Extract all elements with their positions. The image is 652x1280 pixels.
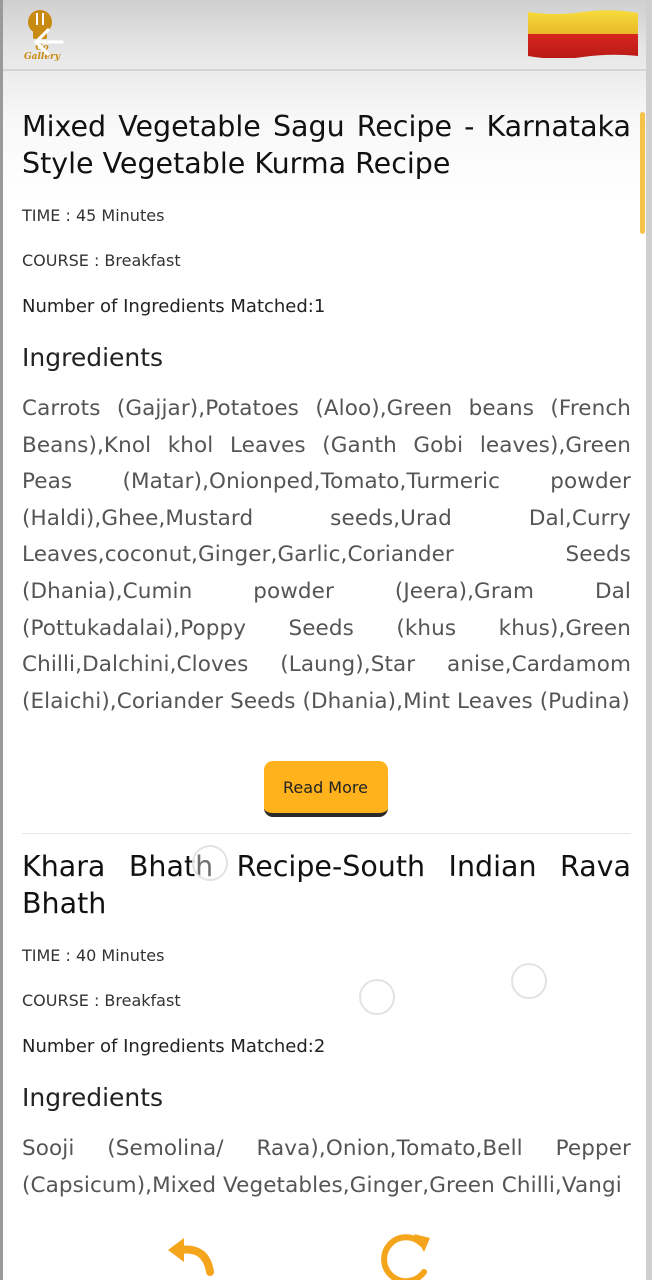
recipe-course: COURSE : Breakfast <box>22 251 181 270</box>
recipe-time: TIME : 40 Minutes <box>22 946 165 966</box>
touch-indicator <box>192 845 228 881</box>
back-arrow-icon[interactable] <box>30 26 66 58</box>
karnataka-flag-icon[interactable] <box>528 10 638 58</box>
header-divider <box>0 69 652 71</box>
refresh-icon[interactable] <box>378 1232 436 1280</box>
recipe-time: TIME : 45 Minutes <box>22 206 165 225</box>
touch-indicator <box>511 963 547 999</box>
screen-edge-left <box>0 0 3 1280</box>
undo-icon[interactable] <box>162 1232 218 1278</box>
ingredients-matched: Number of Ingredients Matched:1 <box>22 296 326 317</box>
ingredients-heading: Ingredients <box>22 1083 164 1113</box>
recipe-title[interactable]: Khara Bhath Recipe-South Indian Rava Bha… <box>22 848 631 922</box>
ingredients-text: Sooji (Semolina/ Rava),Onion,Tomato,Bell… <box>22 1136 631 1198</box>
recipe-card: Mixed Vegetable Sagu Recipe - Karnataka … <box>22 108 631 835</box>
recipe-list: Mixed Vegetable Sagu Recipe - Karnataka … <box>22 108 631 1203</box>
bottom-action-bar <box>0 1232 652 1280</box>
ingredients-heading: Ingredients <box>22 343 164 372</box>
read-more-container: Read More <box>22 761 631 821</box>
scrollbar-thumb[interactable] <box>640 112 645 234</box>
recipe-divider <box>22 833 631 835</box>
recipe-card: Khara Bhath Recipe-South Indian Rava Bha… <box>22 848 631 1203</box>
ingredients-text: Carrots (Gajjar),Potatoes (Aloo),Green b… <box>22 396 631 714</box>
read-more-button[interactable]: Read More <box>263 761 388 818</box>
ingredients-matched: Number of Ingredients Matched:2 <box>22 1036 326 1058</box>
recipe-title[interactable]: Mixed Vegetable Sagu Recipe - Karnataka … <box>22 108 631 182</box>
screen-edge-right <box>646 0 652 1280</box>
touch-indicator <box>359 979 395 1015</box>
